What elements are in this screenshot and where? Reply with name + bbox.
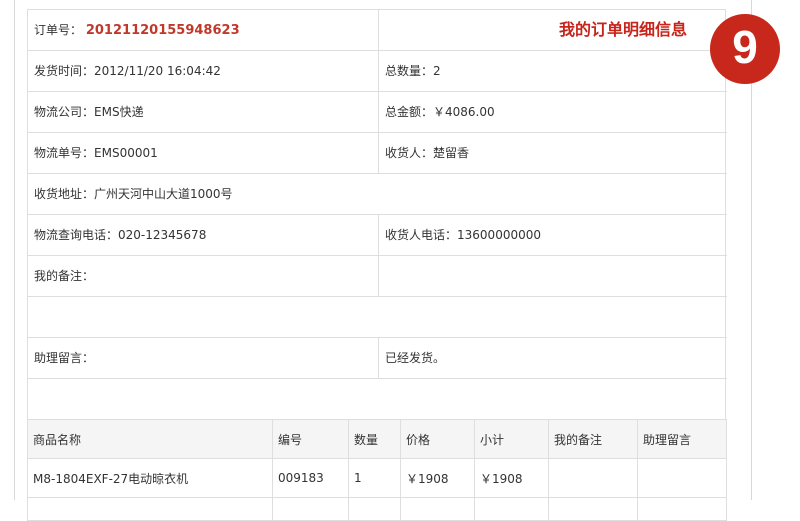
item-qty: 1 — [348, 458, 401, 498]
col-header-subtotal: 小计 — [474, 419, 549, 459]
ship-time-cell: 发货时间：2012/11/20 16:04:42 — [28, 51, 379, 91]
tracking-label: 物流单号： — [34, 146, 95, 160]
receiver-label: 收货人： — [385, 146, 434, 160]
spacer-row — [28, 297, 727, 338]
phone-row: 物流查询电话：020-12345678 收货人电话：13600000000 — [28, 215, 727, 256]
total-qty-value: 2 — [433, 64, 441, 78]
assistant-value-cell: 已经发货。 — [379, 338, 727, 378]
assistant-row: 助理留言： 已经发货。 — [28, 338, 727, 379]
col-header-code: 编号 — [272, 419, 349, 459]
items-table: 商品名称 编号 数量 价格 小计 我的备注 助理留言 M8-1804EXF-27… — [27, 419, 727, 521]
col-header-my-note: 我的备注 — [548, 419, 638, 459]
assistant-label-cell: 助理留言： — [28, 338, 379, 378]
tracking-cell: 物流单号：EMS00001 — [28, 133, 379, 173]
total-qty-label: 总数量： — [385, 64, 434, 78]
assistant-value: 已经发货。 — [385, 351, 446, 365]
col-header-assistant: 助理留言 — [637, 419, 727, 459]
order-info-panel: 订单号： 20121120155948623 发货时间：2012/11/20 1… — [27, 9, 727, 420]
carrier-phone-cell: 物流查询电话：020-12345678 — [28, 215, 379, 255]
item-assistant-note — [637, 458, 727, 498]
item-name: M8-1804EXF-27电动晾衣机 — [27, 458, 273, 498]
my-note-label: 我的备注： — [34, 269, 95, 283]
receiver-phone-label: 收货人电话： — [385, 228, 458, 242]
carrier-cell: 物流公司：EMS快递 — [28, 92, 379, 132]
address-row: 收货地址：广州天河中山大道1000号 — [28, 174, 727, 215]
assistant-label: 助理留言： — [34, 351, 95, 365]
order-number-value: 20121120155948623 — [85, 23, 240, 38]
item-price: ￥1908 — [400, 458, 475, 498]
address-value: 广州天河中山大道1000号 — [94, 187, 233, 201]
carrier-label: 物流公司： — [34, 105, 95, 119]
my-note-value-cell — [379, 256, 727, 296]
table-row-partial — [27, 497, 727, 521]
tracking-value: EMS00001 — [94, 146, 158, 160]
col-header-qty: 数量 — [348, 419, 401, 459]
table-row: M8-1804EXF-27电动晾衣机 009183 1 ￥1908 ￥1908 — [27, 458, 727, 498]
receiver-cell: 收货人：楚留香 — [379, 133, 727, 173]
carrier-value: EMS快递 — [94, 105, 144, 119]
ship-time-value: 2012/11/20 16:04:42 — [94, 64, 221, 78]
tracking-row: 物流单号：EMS00001 收货人：楚留香 — [28, 133, 727, 174]
receiver-phone-value: 13600000000 — [457, 228, 541, 242]
col-header-price: 价格 — [400, 419, 475, 459]
carrier-row: 物流公司：EMS快递 总金额：￥4086.00 — [28, 92, 727, 133]
total-amount-value: ￥4086.00 — [433, 105, 495, 119]
ship-time-row: 发货时间：2012/11/20 16:04:42 总数量：2 — [28, 51, 727, 92]
total-qty-cell: 总数量：2 — [379, 51, 727, 91]
address-label: 收货地址： — [34, 187, 95, 201]
address-cell: 收货地址：广州天河中山大道1000号 — [28, 174, 727, 214]
my-note-row: 我的备注： — [28, 256, 727, 297]
total-amount-cell: 总金额：￥4086.00 — [379, 92, 727, 132]
item-my-note — [548, 458, 638, 498]
item-code: 009183 — [272, 458, 349, 498]
total-amount-label: 总金额： — [385, 105, 434, 119]
items-header-row: 商品名称 编号 数量 价格 小计 我的备注 助理留言 — [27, 419, 727, 459]
my-note-label-cell: 我的备注： — [28, 256, 379, 296]
item-subtotal: ￥1908 — [474, 458, 549, 498]
order-number-label: 订单号： — [34, 23, 83, 37]
receiver-value: 楚留香 — [433, 146, 470, 160]
receiver-phone-cell: 收货人电话：13600000000 — [379, 215, 727, 255]
step-badge: 9 — [710, 14, 780, 84]
ship-time-label: 发货时间： — [34, 64, 95, 78]
carrier-phone-label: 物流查询电话： — [34, 228, 119, 242]
page-title: 我的订单明细信息 — [559, 20, 688, 39]
order-number-cell: 订单号： 20121120155948623 — [28, 10, 379, 50]
carrier-phone-value: 020-12345678 — [118, 228, 207, 242]
col-header-name: 商品名称 — [27, 419, 273, 459]
spacer-row-2 — [28, 379, 727, 420]
